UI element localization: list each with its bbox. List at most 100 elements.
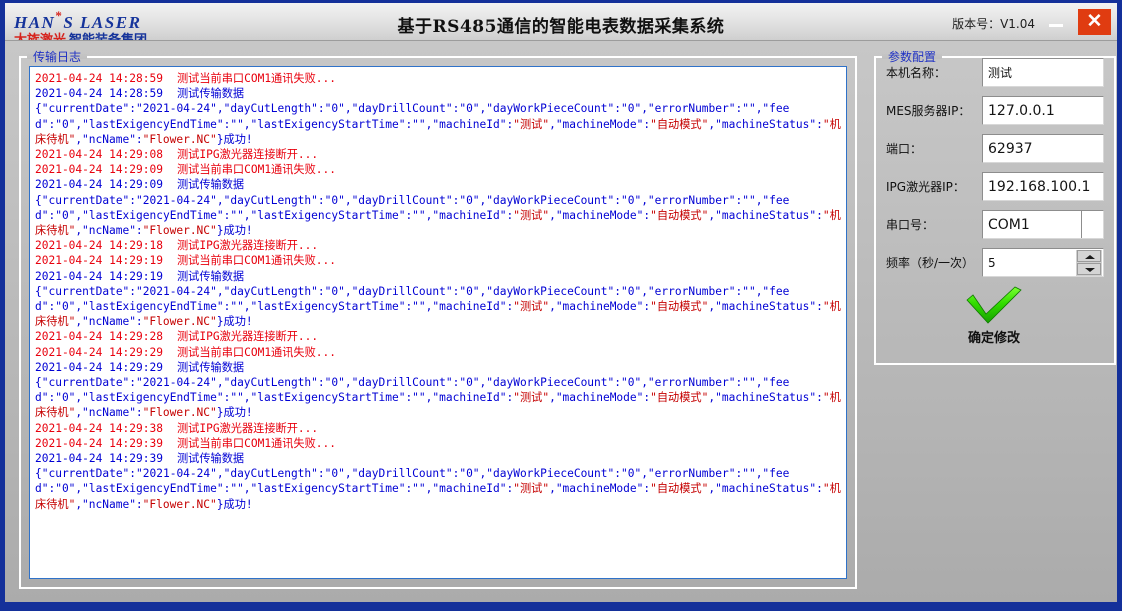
log-timestamp: 2021-04-24 14:28:59 [35,72,163,85]
confirm-modify-button[interactable]: 确定修改 [946,286,1042,348]
log-timestamp: 2021-04-24 14:29:38 [35,421,163,435]
log-timestamp: 2021-04-24 14:29:18 [35,239,163,253]
json-value: "自动模式" [650,482,709,496]
log-timestamp: 2021-04-24 14:29:19 [35,254,163,268]
log-line: {"currentDate":"2021-04-24","dayCutLengt… [35,102,841,146]
log-timestamp: 2021-04-24 14:29:39 [35,436,163,450]
log-timestamp: 2021-04-24 14:28:59 [35,87,163,101]
param-input-3[interactable]: 62937 [982,134,1104,163]
param-group-title: 参数配置 [888,50,937,64]
log-line: 2021-04-24 14:29:28 测试IPG激光器连接断开... [35,329,844,344]
spinner-down-icon[interactable] [1077,263,1101,275]
log-message: 测试当前串口COM1通讯失败... [176,436,337,450]
log-message: 测试当前串口COM1通讯失败... [176,163,337,177]
title-bar: HAN*S LASER 大族激光 智能装备集团 基于RS485通信的智能电表数据采… [5,3,1117,41]
log-message: 测试当前串口COM1通讯失败... [176,254,337,268]
log-group-title: 传输日志 [33,50,82,64]
param-value: 192.168.100.1 [988,179,1091,195]
json-value: "Flower.NC" [142,315,217,329]
param-label: MES服务器IP： [886,104,971,118]
json-value: "Flower.NC" [142,224,217,238]
parameter-config-group: 参数配置 本机名称： 测试 MES服务器IP： 127.0.0.1 端口： 62937 IP… [874,48,1116,365]
param-input-6[interactable]: 5 [982,248,1104,277]
log-line: 2021-04-24 14:28:59 测试传输数据 [35,86,844,101]
log-output-box[interactable]: 2021-04-24 14:28:59 测试当前串口COM1通讯失败... 2021… [29,66,847,579]
param-row: 频率（秒/一次） 5 [876,248,1114,278]
json-value: "自动模式" [650,300,709,314]
frequency-spinner[interactable] [1076,250,1102,276]
log-message: 测试IPG激光器连接断开... [176,148,319,162]
json-value: "测试" [513,117,550,131]
minimize-button[interactable] [1043,13,1069,31]
log-line: 2021-04-24 14:29:18 测试IPG激光器连接断开... [35,238,844,253]
close-button[interactable]: ✕ [1078,9,1111,35]
param-input-2[interactable]: 127.0.0.1 [982,96,1104,125]
log-line: 2021-04-24 14:29:29 测试当前串口COM1通讯失败... [35,345,844,360]
log-timestamp: 2021-04-24 14:29:09 [35,178,163,192]
param-value: 127.0.0.1 [988,103,1055,119]
page-title: 基于RS485通信的智能电表数据采集系统 [397,17,725,37]
log-line: 2021-04-24 14:29:19 测试传输数据 [35,269,844,284]
log-message: 测试当前串口COM1通讯失败... [176,345,337,359]
param-value: COM1 [988,217,1030,233]
log-message: 测试传输数据 [176,178,245,192]
log-timestamp: 2021-04-24 14:29:09 [35,163,163,177]
param-input-5[interactable]: COM1 [982,210,1104,239]
log-line: 2021-04-24 14:29:19 测试当前串口COM1通讯失败... [35,253,844,268]
log-message: 测试IPG激光器连接断开... [176,421,319,435]
json-value: "Flower.NC" [142,132,217,146]
log-timestamp: 2021-04-24 14:29:29 [35,360,163,374]
log-line: 2021-04-24 14:28:59 测试当前串口COM1通讯失败... [35,71,844,86]
param-label: 串口号： [886,218,935,232]
param-label: 频率（秒/一次） [886,256,975,270]
json-value: "测试" [513,300,550,314]
log-line: 2021-04-24 14:29:29 测试传输数据 [35,360,844,375]
param-label: 端口： [886,142,923,156]
param-label: IPG激光器IP： [886,180,965,194]
param-input-4[interactable]: 192.168.100.1 [982,172,1104,201]
confirm-modify-label: 确定修改 [967,331,1020,346]
log-line: {"currentDate":"2021-04-24","dayCutLengt… [35,376,841,420]
param-input-1[interactable]: 测试 [982,58,1104,87]
param-row: MES服务器IP： 127.0.0.1 [876,96,1114,126]
log-message: 测试IPG激光器连接断开... [176,330,319,344]
param-row: 串口号： COM1 [876,210,1114,240]
log-message: 测试传输数据 [176,452,245,466]
log-message: 测试传输数据 [176,360,245,374]
log-timestamp: 2021-04-24 14:29:19 [35,269,163,283]
param-value: 测试 [988,66,1013,80]
spinner-up-icon[interactable] [1077,250,1101,262]
transmission-log-group: 传输日志 2021-04-24 14:28:59 测试当前串口COM1通讯失败..… [19,48,857,589]
log-message: 测试传输数据 [176,269,245,283]
json-value: "测试" [513,391,550,405]
log-line: 2021-04-24 14:29:09 测试当前串口COM1通讯失败... [35,162,844,177]
json-value: "测试" [513,208,550,222]
log-message: 测试传输数据 [176,87,245,101]
combo-separator [1081,211,1082,238]
log-line: 2021-04-24 14:29:39 测试当前串口COM1通讯失败... [35,436,844,451]
close-icon: ✕ [1086,11,1103,32]
param-row: 端口： 62937 [876,134,1114,164]
log-line: 2021-04-24 14:29:38 测试IPG激光器连接断开... [35,421,844,436]
param-row: IPG激光器IP： 192.168.100.1 [876,172,1114,202]
application-window: HAN*S LASER 大族激光 智能装备集团 基于RS485通信的智能电表数据采… [0,0,1122,611]
param-value: 5 [988,256,996,270]
json-value: "Flower.NC" [142,406,217,420]
param-value: 62937 [988,141,1033,157]
green-check-icon [966,286,1022,324]
json-value: "自动模式" [650,391,709,405]
log-timestamp: 2021-04-24 14:29:39 [35,452,163,466]
json-value: "Flower.NC" [142,497,217,511]
log-line: 2021-04-24 14:29:08 测试IPG激光器连接断开... [35,147,844,162]
log-line: {"currentDate":"2021-04-24","dayCutLengt… [35,284,841,329]
log-message: 测试IPG激光器连接断开... [176,239,319,253]
log-timestamp: 2021-04-24 14:29:28 [35,330,163,344]
version-label: 版本号：V1.04 [952,17,1035,31]
log-line: 2021-04-24 14:29:09 测试传输数据 [35,177,844,192]
log-message: 测试当前串口COM1通讯失败... [176,72,337,85]
log-line: {"currentDate":"2021-04-24","dayCutLengt… [35,193,841,238]
log-timestamp: 2021-04-24 14:29:29 [35,345,163,359]
json-value: "自动模式" [650,208,709,222]
log-line: {"currentDate":"2021-04-24","dayCutLengt… [35,467,841,511]
json-value: "测试" [513,482,550,496]
